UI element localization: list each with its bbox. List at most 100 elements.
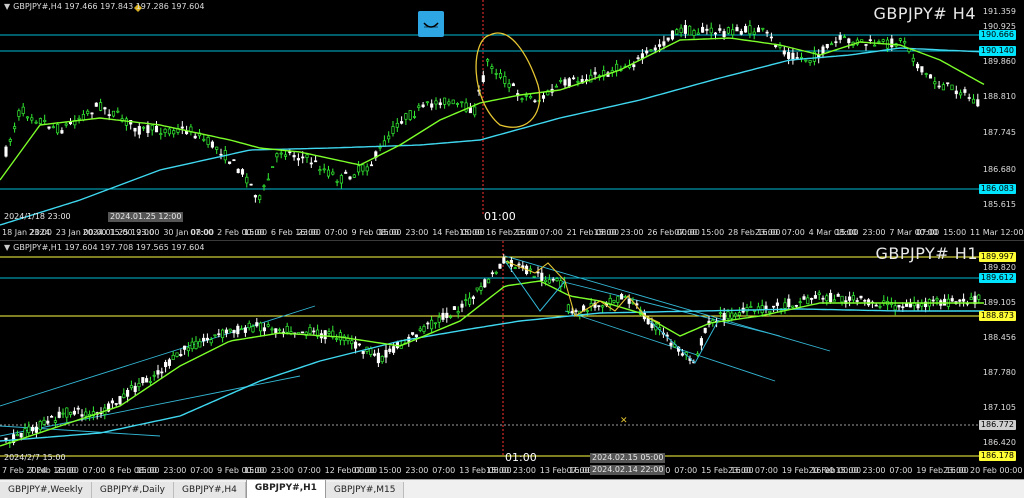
candle-body: [30, 117, 34, 121]
h4-header: ▼ GBPJPY#,H4 197.466 197.843 197.286 197.…: [4, 2, 204, 11]
collapse-triangle-icon[interactable]: ▼: [4, 2, 10, 11]
candle-body: [327, 331, 331, 334]
candle-body: [653, 47, 657, 51]
candle-body: [418, 328, 422, 331]
candle-body: [255, 322, 259, 327]
candle-body: [916, 304, 920, 309]
tab-gbpjpy-weekly[interactable]: GBPJPY#,Weekly: [0, 482, 92, 498]
candle-body: [361, 350, 365, 354]
candle-body: [53, 420, 57, 423]
candle-body: [77, 117, 81, 120]
tab-gbpjpy-m15[interactable]: GBPJPY#,M15: [325, 482, 405, 498]
smiley-face-icon[interactable]: [418, 11, 444, 37]
candle-body: [202, 138, 206, 141]
h1-price-label: 189.105: [982, 298, 1016, 307]
candle-body: [574, 310, 578, 312]
candle-body: [551, 278, 555, 281]
candle-body: [335, 180, 339, 183]
candle-body: [513, 267, 517, 269]
candle-body: [726, 27, 730, 34]
h4-plot-area[interactable]: [0, 0, 1024, 238]
h1-channel-line-0: [0, 305, 316, 407]
h1-cursor-time: 01:00: [505, 451, 537, 464]
h1-time-label: 23:00: [270, 466, 294, 475]
candle-body: [278, 329, 282, 331]
h1-ma-slow-line: [0, 308, 984, 442]
h1-plot-area[interactable]: ✕: [0, 241, 1024, 480]
h4-price-label: 188.810: [982, 92, 1016, 101]
candle-body: [31, 426, 35, 432]
h4-time-label: 23:00: [297, 228, 321, 237]
tab-gbpjpy-h4[interactable]: GBPJPY#,H4: [173, 482, 246, 498]
candle-body: [412, 116, 417, 118]
candle-body: [612, 299, 616, 303]
candle-body: [666, 37, 670, 41]
h1-time-label: 23:00: [943, 466, 967, 475]
h1-time-label: 07:00: [82, 466, 106, 475]
candle-body: [400, 121, 404, 124]
candle-body: [494, 271, 498, 274]
candle-body: [688, 25, 692, 36]
candle-body: [339, 175, 343, 184]
candle-body: [90, 112, 94, 115]
candle-body: [142, 126, 146, 129]
candle-body: [156, 370, 160, 375]
candle-body: [893, 305, 897, 311]
candle-body: [601, 305, 605, 308]
candle-body: [38, 118, 42, 124]
candle-body: [266, 324, 270, 327]
candle-body: [99, 102, 103, 111]
candle-body: [905, 303, 909, 307]
candle-body: [350, 340, 354, 345]
candle-body: [198, 341, 202, 348]
candle-body: [116, 110, 120, 113]
candle-body: [597, 305, 601, 307]
candle-body: [369, 164, 374, 167]
candle-body: [266, 178, 270, 181]
candle-body: [933, 81, 937, 85]
h1-time-tag: 2024.02.15 05:00: [590, 453, 666, 463]
h4-price-label: 189.860: [982, 57, 1016, 66]
h4-time-label: 07:00: [324, 228, 348, 237]
h1-time-label: 23:00: [728, 466, 752, 475]
candle-body: [373, 353, 377, 356]
candle-body: [563, 79, 567, 86]
candle-body: [498, 73, 503, 78]
candle-body: [148, 381, 152, 383]
tab-gbpjpy-daily[interactable]: GBPJPY#,Daily: [91, 482, 174, 498]
candle-body: [76, 407, 80, 410]
candle-body: [877, 41, 881, 43]
candle-body: [426, 322, 430, 325]
candle-body: [378, 146, 382, 149]
candle-body: [806, 297, 810, 305]
candle-body: [799, 56, 804, 59]
tab-gbpjpy-h1[interactable]: GBPJPY#,H1: [245, 479, 326, 498]
h4-chart-pane[interactable]: ▼ GBPJPY#,H4 197.466 197.843 197.286 197.…: [0, 0, 1024, 238]
candle-body: [213, 334, 217, 337]
candle-body: [507, 83, 511, 88]
candle-body: [675, 29, 679, 35]
h1-time-label: 23:00: [862, 466, 886, 475]
candle-body: [825, 295, 829, 302]
candle-body: [357, 343, 361, 346]
candle-body: [285, 325, 289, 333]
h1-time-label: 15:00: [244, 466, 268, 475]
candle-body: [768, 310, 772, 314]
h4-time-label: 15:00: [943, 228, 967, 237]
candle-body: [21, 106, 25, 114]
candle-body: [348, 176, 352, 180]
candle-body: [422, 326, 426, 332]
candle-body: [832, 299, 836, 302]
candle-body: [392, 346, 396, 353]
h1-chart-pane[interactable]: ✕ ▼ GBPJPY#,H1 197.604 197.708 197.565 19…: [0, 240, 1024, 480]
collapse-triangle-icon[interactable]: ▼: [4, 243, 10, 252]
candle-body: [219, 153, 223, 156]
candle-body: [765, 31, 769, 34]
h1-zigzag-line: [504, 260, 661, 324]
candle-body: [739, 31, 743, 35]
candle-body: [425, 101, 429, 104]
candle-body: [51, 126, 55, 129]
candle-body: [460, 101, 464, 104]
candle-body: [309, 162, 313, 165]
candle-body: [23, 428, 27, 439]
